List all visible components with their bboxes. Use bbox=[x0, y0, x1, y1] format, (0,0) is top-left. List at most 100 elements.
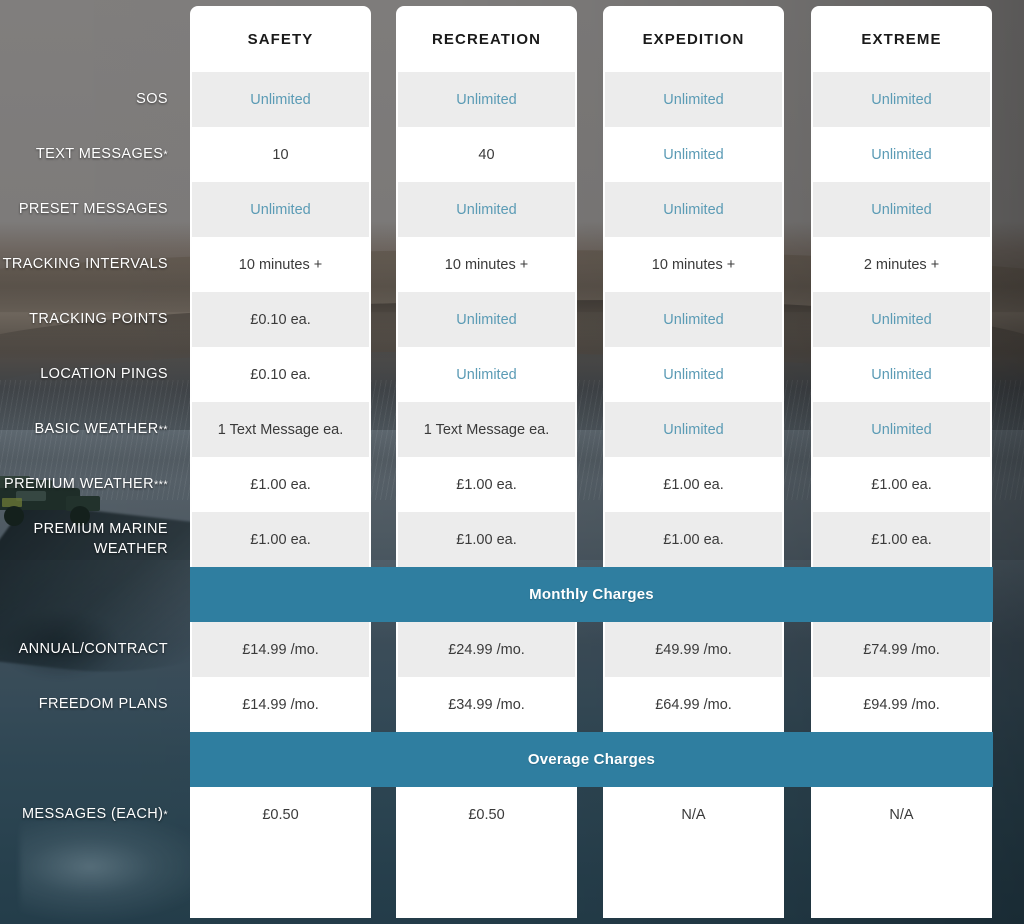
cell-background: N/A bbox=[605, 787, 782, 842]
cell-value: 2 minutes + bbox=[863, 256, 940, 273]
cell-value: Unlimited bbox=[871, 201, 932, 218]
table-cell: Unlimited bbox=[603, 182, 784, 237]
table-cell: £24.99 /mo. bbox=[396, 622, 577, 677]
table-cell: 2 minutes + bbox=[811, 237, 992, 292]
table-cell: £1.00 ea. bbox=[811, 457, 992, 512]
feature-row-8: PREMIUM MARINE WEATHER bbox=[0, 512, 178, 567]
cell-value: £1.00 ea. bbox=[871, 531, 932, 548]
cell-background: Unlimited bbox=[192, 182, 369, 237]
table-cell: Unlimited bbox=[603, 402, 784, 457]
cell-value: Unlimited bbox=[871, 91, 932, 108]
table-cell: Unlimited bbox=[396, 72, 577, 127]
cell-value: Unlimited bbox=[871, 311, 932, 328]
table-cell: £0.10 ea. bbox=[190, 347, 371, 402]
table-cell: Unlimited bbox=[396, 347, 577, 402]
cell-value: Unlimited bbox=[456, 366, 517, 383]
cell-background: 10 bbox=[192, 127, 369, 182]
row-label-text: SOS bbox=[136, 90, 168, 107]
cell-value: £74.99 /mo. bbox=[863, 641, 940, 658]
cell-background: Unlimited bbox=[398, 72, 575, 127]
cell-value: £14.99 /mo. bbox=[242, 641, 319, 658]
cell-background: £1.00 ea. bbox=[813, 512, 990, 567]
table-cell: £1.00 ea. bbox=[603, 457, 784, 512]
cell-value: £1.00 ea. bbox=[871, 476, 932, 493]
banner-label: Monthly Charges bbox=[529, 586, 654, 603]
row-label-text: PREMIUM MARINE WEATHER bbox=[33, 521, 168, 557]
table-cell: N/A bbox=[811, 787, 992, 842]
cell-value: 10 minutes + bbox=[444, 256, 529, 273]
cell-value: £64.99 /mo. bbox=[655, 696, 732, 713]
cell-background: Unlimited bbox=[398, 347, 575, 402]
cell-value: 1 Text Message ea. bbox=[423, 421, 550, 438]
feature-row-2: PRESET MESSAGES bbox=[0, 182, 178, 237]
cell-value: £94.99 /mo. bbox=[863, 696, 940, 713]
row-label-text: TRACKING INTERVALS bbox=[2, 255, 168, 272]
cell-value: Unlimited bbox=[871, 366, 932, 383]
row-label-text: LOCATION PINGS bbox=[40, 365, 168, 382]
cell-background: £1.00 ea. bbox=[398, 512, 575, 567]
cell-background: £0.50 bbox=[192, 787, 369, 842]
cell-background: 10 minutes + bbox=[398, 237, 575, 292]
cell-background: Unlimited bbox=[813, 402, 990, 457]
monthly-charges-banner: Monthly Charges bbox=[190, 567, 993, 622]
cell-value: 40 bbox=[478, 146, 495, 163]
cell-background: Unlimited bbox=[605, 292, 782, 347]
cell-value: £14.99 /mo. bbox=[242, 696, 319, 713]
feature-row-0: SOS bbox=[0, 72, 178, 127]
cell-value: £34.99 /mo. bbox=[448, 696, 525, 713]
table-cell: £1.00 ea. bbox=[811, 512, 992, 567]
table-cell: £1.00 ea. bbox=[396, 512, 577, 567]
row-label-text: PREMIUM WEATHER bbox=[4, 475, 154, 492]
cell-background: 40 bbox=[398, 127, 575, 182]
cell-value: Unlimited bbox=[663, 311, 724, 328]
cell-value: £1.00 ea. bbox=[456, 476, 517, 493]
row-label-text: ANNUAL/CONTRACT bbox=[18, 640, 168, 657]
table-cell: £0.50 bbox=[396, 787, 577, 842]
table-cell: £49.99 /mo. bbox=[603, 622, 784, 677]
cell-background: £0.10 ea. bbox=[192, 347, 369, 402]
cell-background: 10 minutes + bbox=[605, 237, 782, 292]
row-label-text: MESSAGES (EACH) bbox=[21, 805, 164, 822]
cell-background: £34.99 /mo. bbox=[398, 677, 575, 732]
cell-background: Unlimited bbox=[813, 292, 990, 347]
cell-value: Unlimited bbox=[250, 201, 311, 218]
cell-background: 2 minutes + bbox=[813, 237, 990, 292]
cell-value: Unlimited bbox=[871, 146, 932, 163]
table-cell: Unlimited bbox=[190, 72, 371, 127]
cell-background: Unlimited bbox=[813, 127, 990, 182]
table-cell: Unlimited bbox=[603, 72, 784, 127]
cell-background: Unlimited bbox=[605, 72, 782, 127]
table-cell: 10 minutes + bbox=[603, 237, 784, 292]
feature-row-7: PREMIUM WEATHER *** bbox=[0, 457, 178, 512]
table-cell: £1.00 ea. bbox=[396, 457, 577, 512]
overage-row-0: MESSAGES (EACH) * bbox=[0, 787, 178, 842]
cell-value: £0.10 ea. bbox=[250, 366, 311, 383]
cell-background: £1.00 ea. bbox=[192, 457, 369, 512]
table-cell: £1.00 ea. bbox=[190, 512, 371, 567]
cell-background: £74.99 /mo. bbox=[813, 622, 990, 677]
table-cell: £14.99 /mo. bbox=[190, 622, 371, 677]
cell-background: 1 Text Message ea. bbox=[192, 402, 369, 457]
table-cell: 10 minutes + bbox=[190, 237, 371, 292]
cell-value: Unlimited bbox=[456, 91, 517, 108]
row-label-text: BASIC WEATHER bbox=[34, 420, 159, 437]
cell-background: £1.00 ea. bbox=[398, 457, 575, 512]
cell-value: 10 bbox=[272, 146, 289, 163]
table-cell: £94.99 /mo. bbox=[811, 677, 992, 732]
cell-background: £24.99 /mo. bbox=[398, 622, 575, 677]
table-cell: Unlimited bbox=[603, 292, 784, 347]
table-cell: £0.50 bbox=[190, 787, 371, 842]
feature-row-6: BASIC WEATHER ** bbox=[0, 402, 178, 457]
cell-background: 10 minutes + bbox=[192, 237, 369, 292]
monthly-row-0: ANNUAL/CONTRACT bbox=[0, 622, 178, 677]
cell-background: £94.99 /mo. bbox=[813, 677, 990, 732]
monthly-row-1: FREEDOM PLANS bbox=[0, 677, 178, 732]
cell-value: Unlimited bbox=[456, 201, 517, 218]
plan-header-safety: SAFETY bbox=[247, 30, 314, 48]
overage-charges-banner: Overage Charges bbox=[190, 732, 993, 787]
cell-value: Unlimited bbox=[456, 311, 517, 328]
cell-background: £1.00 ea. bbox=[192, 512, 369, 567]
table-cell: £34.99 /mo. bbox=[396, 677, 577, 732]
cell-background: £49.99 /mo. bbox=[605, 622, 782, 677]
cell-value: £0.50 bbox=[468, 806, 505, 823]
